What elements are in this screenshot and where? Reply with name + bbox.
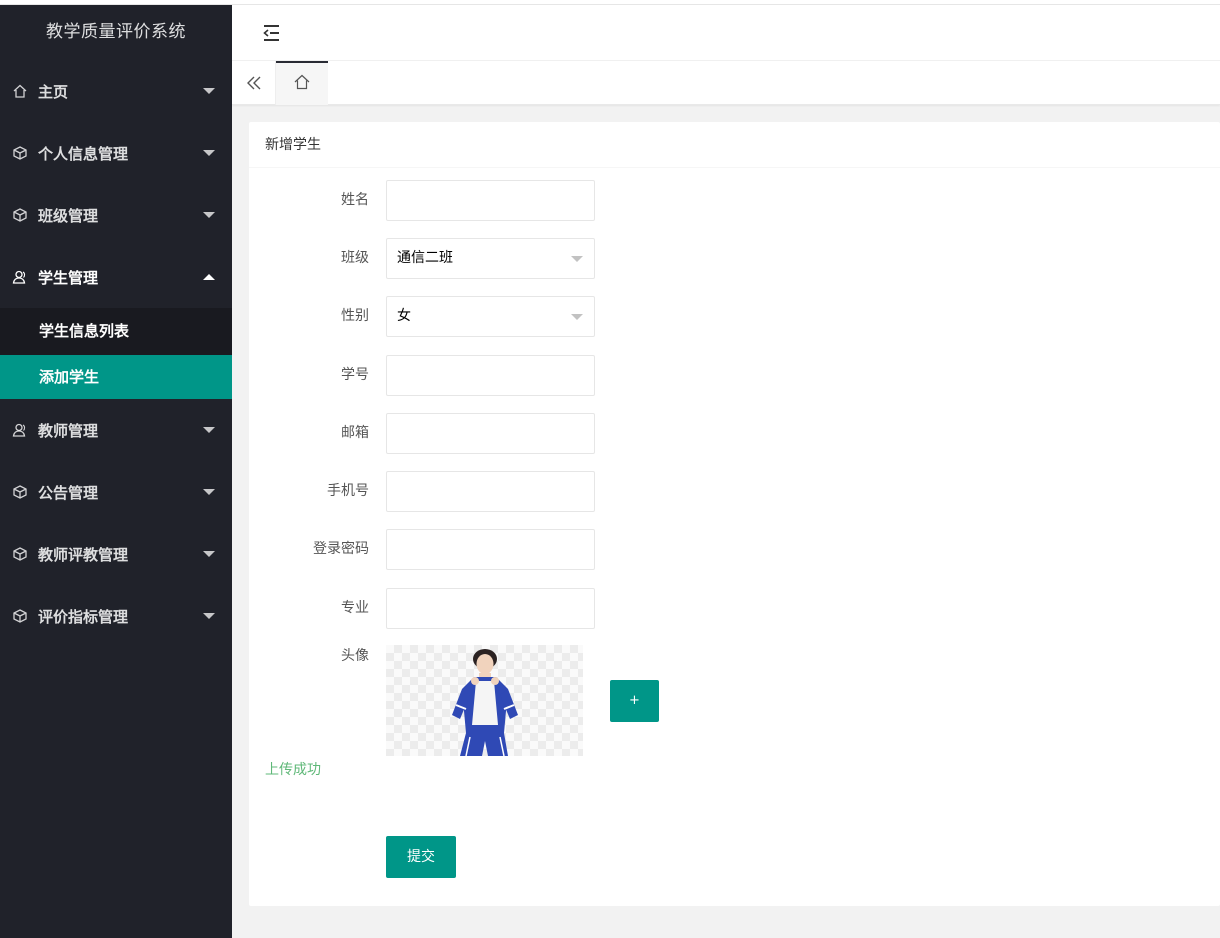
- sidebar-item-label: 教师管理: [38, 421, 99, 440]
- sidebar-item-student-management[interactable]: 学生管理: [0, 246, 232, 308]
- avatar-label: 头像: [341, 648, 369, 664]
- form-row-gender: 性别 女: [249, 296, 1220, 337]
- caret-down-icon: [203, 427, 215, 433]
- sidebar-item-label: 班级管理: [38, 206, 99, 225]
- submenu-student-management: 学生信息列表 添加学生: [0, 308, 232, 399]
- top-header: [232, 5, 1220, 61]
- cube-icon: [10, 546, 30, 562]
- caret-up-icon: [203, 274, 215, 280]
- caret-down-icon: [203, 551, 215, 557]
- sidebar-item-label: 公告管理: [38, 483, 99, 502]
- user-icon: [10, 269, 30, 285]
- gender-select[interactable]: 女: [386, 296, 595, 337]
- caret-down-icon: [571, 256, 583, 262]
- cube-icon: [10, 207, 30, 223]
- form-row-class: 班级 通信二班: [249, 238, 1220, 279]
- sidebar-item-teacher-evaluation[interactable]: 教师评教管理: [0, 523, 232, 585]
- phone-input[interactable]: [386, 471, 595, 512]
- caret-down-icon: [203, 212, 215, 218]
- sidebar-item-label: 教师评教管理: [38, 545, 129, 564]
- home-icon: [293, 73, 311, 95]
- form-row-email: 邮箱: [249, 413, 1220, 454]
- cube-icon: [10, 484, 30, 500]
- name-input[interactable]: [386, 180, 595, 221]
- sidebar-item-evaluation-index[interactable]: 评价指标管理: [0, 585, 232, 647]
- field-label: 班级: [341, 250, 369, 266]
- sidebar-item-teacher-management[interactable]: 教师管理: [0, 399, 232, 461]
- field-label: 专业: [341, 600, 369, 616]
- email-input[interactable]: [386, 413, 595, 454]
- form-row-major: 专业: [249, 588, 1220, 629]
- cube-icon: [10, 145, 30, 161]
- form-row-student-no: 学号: [249, 355, 1220, 396]
- sidebar-item-class-management[interactable]: 班级管理: [0, 184, 232, 246]
- user-icon: [10, 422, 30, 438]
- form-row-name: 姓名: [249, 180, 1220, 221]
- major-input[interactable]: [386, 588, 595, 629]
- sidebar-item-label: 评价指标管理: [38, 607, 129, 626]
- avatar-preview-image: [386, 645, 583, 756]
- field-label: 姓名: [341, 192, 369, 208]
- field-label: 性别: [341, 308, 369, 324]
- caret-down-icon: [203, 613, 215, 619]
- app-logo-title: 教学质量评价系统: [46, 22, 186, 42]
- sidebar-subitem-student-list[interactable]: 学生信息列表: [0, 308, 232, 355]
- field-label: 邮箱: [341, 425, 369, 441]
- sidebar-item-announcement-management[interactable]: 公告管理: [0, 461, 232, 523]
- tab-home[interactable]: [276, 61, 328, 105]
- page-tabs-bar: [232, 61, 1220, 105]
- field-label: 学号: [341, 367, 369, 383]
- sidebar-item-label: 个人信息管理: [38, 144, 129, 163]
- student-number-input[interactable]: [386, 355, 595, 396]
- class-select[interactable]: 通信二班: [386, 238, 595, 279]
- sidebar-subitem-add-student[interactable]: 添加学生: [0, 355, 232, 399]
- sidebar-item-personal-info[interactable]: 个人信息管理: [0, 122, 232, 184]
- double-chevron-left-icon[interactable]: [232, 61, 276, 105]
- form-row-phone: 手机号: [249, 471, 1220, 512]
- sidebar-item-label: 主页: [38, 82, 69, 101]
- caret-down-icon: [203, 88, 215, 94]
- shrink-menu-icon[interactable]: [260, 22, 282, 44]
- sidebar: 教学质量评价系统 主页 个人信息管理 班级管理 学生管理 学生信息列表 添加学生: [0, 5, 232, 938]
- add-student-card: 新增学生 姓名 班级 通信二班 性别 女 学号 邮箱 手机号 登录密码 专业 头…: [249, 122, 1220, 906]
- field-label: 登录密码: [313, 541, 369, 557]
- card-title: 新增学生: [249, 122, 1220, 168]
- form-row-password: 登录密码: [249, 529, 1220, 570]
- gender-select-value: 女: [397, 308, 411, 324]
- class-select-value: 通信二班: [397, 250, 453, 266]
- submit-button[interactable]: 提交: [386, 836, 456, 878]
- add-avatar-button[interactable]: +: [610, 680, 659, 722]
- password-input[interactable]: [386, 529, 595, 570]
- upload-success-message: 上传成功: [265, 762, 321, 778]
- caret-down-icon: [203, 489, 215, 495]
- caret-down-icon: [203, 150, 215, 156]
- sidebar-item-home[interactable]: 主页: [0, 60, 232, 122]
- sidebar-item-label: 学生管理: [38, 268, 99, 287]
- home-icon: [10, 83, 30, 99]
- caret-down-icon: [571, 314, 583, 320]
- cube-icon: [10, 608, 30, 624]
- field-label: 手机号: [327, 483, 369, 499]
